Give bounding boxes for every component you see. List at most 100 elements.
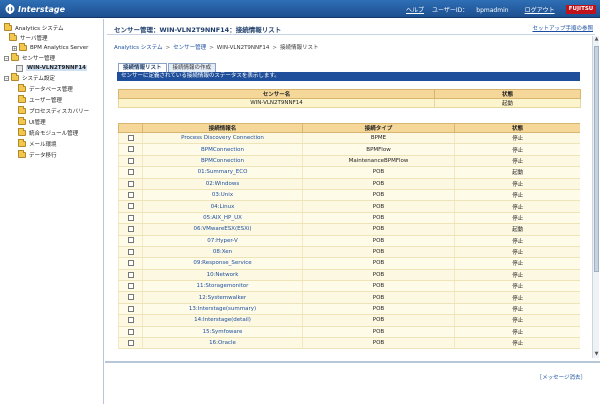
connection-name-link[interactable]: BPMConnection	[142, 155, 303, 168]
scroll-up-icon[interactable]: ▲	[593, 36, 600, 43]
row-checkbox[interactable]	[127, 214, 134, 221]
connection-name-link[interactable]: 01:Summary_ECO	[142, 166, 303, 179]
row-checkbox[interactable]	[127, 260, 134, 267]
clear-messages-link[interactable]: ［メッセージ消去］	[537, 373, 586, 381]
table-row: 11:Storagemonitor POB 停止	[118, 280, 580, 293]
tree-node-integration-mgmt[interactable]: 統合モジュール管理	[18, 128, 78, 138]
connection-name-link[interactable]: 03:Unix	[142, 189, 303, 202]
connection-name-link[interactable]: 02:Windows	[142, 178, 303, 190]
connection-name-link[interactable]: 16:Oracle	[142, 337, 303, 350]
tree-node-sys-settings[interactable]: − システム設定	[4, 73, 55, 83]
row-checkbox[interactable]	[127, 146, 134, 153]
collapse-icon[interactable]: −	[4, 55, 9, 61]
tree-node-server-mgmt[interactable]: サーバ管理	[9, 33, 47, 43]
connection-name-link[interactable]: 07:Hyper-V	[142, 235, 303, 247]
connection-status-cell: 停止	[454, 314, 580, 327]
row-checkbox[interactable]	[127, 328, 134, 335]
connection-name-link[interactable]: 05:AIX_HP_UX	[142, 212, 303, 225]
collapse-icon[interactable]: −	[4, 75, 9, 81]
breadcrumb-sensor-mgmt[interactable]: センサー管理	[173, 45, 206, 51]
connection-status-cell: 停止	[454, 269, 580, 282]
connection-name-link[interactable]: 08:Xen	[142, 246, 303, 259]
row-select	[118, 314, 143, 327]
connection-type-cell: POB	[302, 166, 455, 179]
table-row: 14:Interstage(detail) POB 停止	[118, 314, 580, 327]
connection-status-cell: 停止	[454, 155, 580, 168]
scrollbar-thumb[interactable]	[594, 46, 599, 272]
help-link[interactable]: ヘルプ	[406, 5, 424, 14]
tree-node-root[interactable]: Analytics システム	[4, 23, 64, 33]
breadcrumb-analytics[interactable]: Analytics システム	[114, 45, 163, 51]
connection-name-link[interactable]: 13:Interstage(summary)	[142, 303, 303, 316]
tab-create-connection[interactable]: 接続情報の作成	[167, 63, 217, 72]
tree-node-bpm-server[interactable]: + BPM Analytics Server	[12, 43, 88, 53]
connection-type-cell: POB	[302, 178, 455, 190]
connection-name-link[interactable]: 09:Response_Service	[142, 257, 303, 270]
tree-node-data-migration[interactable]: データ移行	[18, 150, 57, 160]
table-row: BPMConnection MaintenanceBPMFlow 停止	[118, 155, 580, 168]
row-checkbox[interactable]	[127, 317, 134, 324]
tree-node-sensor-mgmt[interactable]: − センサー管理	[4, 53, 55, 63]
connection-name-link[interactable]: 14:Interstage(detail)	[142, 314, 303, 327]
table-row: 13:Interstage(summary) POB 停止	[118, 303, 580, 316]
row-checkbox[interactable]	[127, 169, 134, 176]
connection-status-cell: 停止	[454, 212, 580, 225]
tab-connection-list[interactable]: 接続情報リスト	[118, 63, 167, 72]
logout-link[interactable]: ログアウト	[525, 5, 555, 14]
connection-name-link[interactable]: 04:Linux	[142, 200, 303, 213]
row-checkbox[interactable]	[127, 271, 134, 278]
row-select	[118, 223, 143, 236]
table-row: BPMConnection BPMFlow 停止	[118, 143, 580, 156]
connection-type-cell: POB	[302, 257, 455, 270]
tree-node-user-mgmt[interactable]: ユーザー管理	[18, 95, 62, 105]
setup-guide-link[interactable]: セットアップ手順の参照	[532, 24, 593, 32]
connection-status-cell: 停止	[454, 246, 580, 259]
connection-name-link[interactable]: 15:Symfoware	[142, 326, 303, 339]
table-row: 03:Unix POB 停止	[118, 189, 580, 202]
breadcrumb-current: 接続情報リスト	[279, 45, 319, 51]
tree-node-process-discovery[interactable]: プロセスディスカバリー	[18, 106, 89, 116]
folder-icon	[19, 43, 27, 51]
row-checkbox[interactable]	[127, 191, 134, 198]
connection-type-cell: POB	[302, 269, 455, 282]
conn-name-header: 接続情報名	[142, 123, 303, 133]
tree-node-db-mgmt[interactable]: データベース管理	[18, 84, 73, 94]
folder-icon	[11, 73, 19, 81]
tree-node-sensor-item[interactable]: WIN-VLN2T9NNF14	[16, 63, 87, 73]
connection-name-link[interactable]: 10:Network	[142, 269, 303, 282]
row-checkbox[interactable]	[127, 226, 134, 233]
row-checkbox[interactable]	[127, 339, 134, 346]
row-select	[118, 303, 143, 316]
conn-type-header: 接続タイプ	[302, 123, 455, 133]
connection-type-cell: POB	[302, 212, 455, 225]
connection-status-cell: 停止	[454, 257, 580, 270]
row-select	[118, 166, 143, 179]
row-checkbox[interactable]	[127, 305, 134, 312]
scroll-down-icon[interactable]: ▼	[593, 351, 600, 358]
row-select	[118, 143, 143, 156]
connection-name-link[interactable]: 12:Systemwalker	[142, 291, 303, 304]
folder-icon	[11, 53, 19, 61]
connection-type-cell: POB	[302, 314, 455, 327]
connection-name-link[interactable]: 06:VMwareESX(ESXi)	[142, 223, 303, 236]
tree-node-ui-mgmt[interactable]: UI管理	[18, 117, 46, 127]
table-row: Process Discovery Connection BPME 停止	[118, 132, 580, 145]
row-select	[118, 257, 143, 270]
sensor-name-header: センサー名	[118, 89, 435, 99]
expand-icon[interactable]: +	[12, 45, 17, 51]
row-checkbox[interactable]	[127, 248, 134, 255]
row-checkbox[interactable]	[127, 203, 134, 210]
connection-type-cell: POB	[302, 223, 455, 236]
row-checkbox[interactable]	[127, 134, 134, 141]
tree-node-mail-env[interactable]: メール環境	[18, 139, 57, 149]
brand-logo: Interstage	[5, 3, 65, 15]
row-checkbox[interactable]	[127, 237, 134, 244]
vertical-scrollbar[interactable]: ▲ ▼	[592, 36, 599, 358]
connection-name-link[interactable]: Process Discovery Connection	[142, 132, 303, 145]
connection-name-link[interactable]: BPMConnection	[142, 143, 303, 156]
connection-name-link[interactable]: 11:Storagemonitor	[142, 280, 303, 293]
row-checkbox[interactable]	[127, 283, 134, 290]
row-checkbox[interactable]	[127, 294, 134, 301]
row-checkbox[interactable]	[127, 180, 134, 187]
row-checkbox[interactable]	[127, 157, 134, 164]
